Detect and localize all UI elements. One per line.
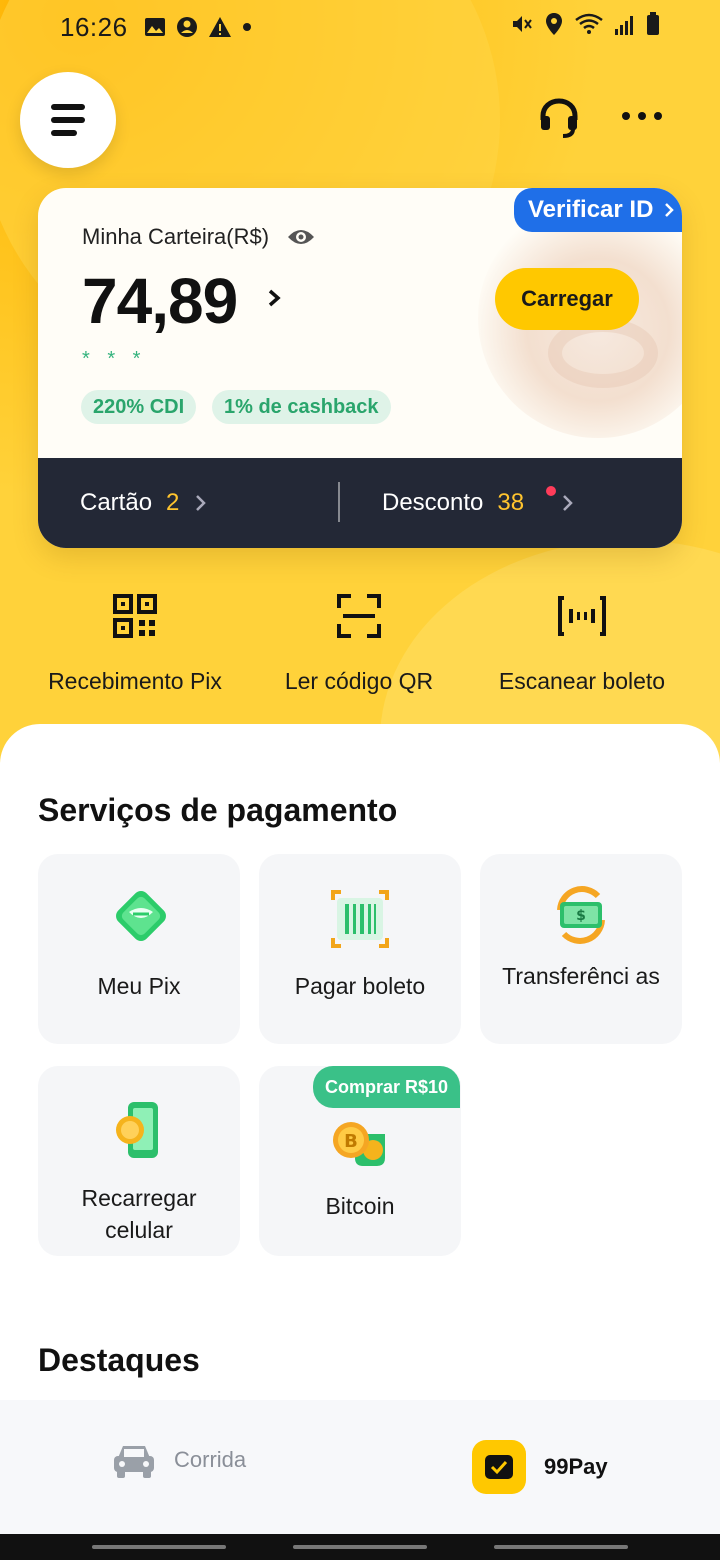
discounts-link[interactable]: Desconto 38	[382, 489, 574, 517]
support-button[interactable]	[537, 96, 581, 140]
bottom-nav: Corrida 99Pay	[0, 1400, 720, 1534]
quick-action-pix-receive[interactable]: Recebimento Pix	[30, 592, 240, 695]
service-pay-boleto[interactable]: Pagar boleto	[259, 854, 461, 1044]
pix-icon	[116, 891, 166, 941]
image-icon	[144, 17, 166, 37]
barcode-scan-icon	[558, 596, 606, 636]
cashback-tag: 1% de cashback	[212, 390, 391, 424]
notification-dot	[546, 486, 556, 496]
chevron-right-icon	[665, 203, 675, 217]
system-gesture-bar	[0, 1534, 720, 1560]
wallet-check-icon	[472, 1440, 526, 1494]
qr-code-icon	[113, 594, 157, 638]
svg-text:$: $	[576, 908, 586, 924]
quick-action-label: Ler código QR	[284, 668, 434, 694]
cards-count: 2	[166, 489, 180, 516]
more-dots-icon	[622, 112, 630, 120]
boleto-icon	[331, 890, 389, 948]
quick-action-label: Escanear boleto	[498, 668, 666, 694]
wallet-label: Minha Carteira(R$)	[82, 224, 315, 250]
wallet-balance[interactable]: 74,89	[82, 264, 238, 338]
dot-icon	[242, 22, 252, 32]
more-button[interactable]	[622, 104, 666, 128]
payment-services-title: Serviços de pagamento	[38, 792, 398, 828]
nav-ride[interactable]: Corrida	[112, 1440, 246, 1480]
battery-icon	[646, 11, 660, 43]
wallet-card[interactable]: Minha Carteira(R$) 74,89 * * * 220% CDI …	[38, 188, 682, 548]
account-circle-icon	[176, 16, 198, 38]
hamburger-icon	[51, 104, 85, 110]
masked-value: * * *	[82, 348, 147, 370]
service-phone-recharge[interactable]: Recarregar celular	[38, 1066, 240, 1256]
bitcoin-promo-badge[interactable]: Comprar R$10	[313, 1066, 461, 1108]
card-bottom-bar: Cartão 2 Desconto 38	[38, 458, 682, 548]
phone-recharge-icon	[116, 1102, 158, 1158]
eye-icon[interactable]	[287, 227, 315, 247]
car-icon	[114, 1446, 154, 1478]
chevron-right-icon[interactable]	[264, 286, 284, 310]
quick-action-read-qr[interactable]: Ler código QR	[266, 592, 452, 695]
signal-icon	[614, 12, 636, 43]
svg-text:B: B	[344, 1131, 358, 1152]
verify-id-badge[interactable]: Verificar ID	[514, 188, 682, 232]
transfer-money-icon: $	[557, 886, 605, 944]
service-transfers[interactable]: $ Transferênci as	[480, 854, 682, 1044]
chevron-right-icon	[563, 495, 573, 511]
menu-button[interactable]	[20, 72, 116, 168]
headset-icon	[540, 98, 578, 138]
nav-99pay[interactable]: 99Pay	[472, 1440, 608, 1494]
status-bar: 16:26	[0, 0, 720, 54]
status-time: 16:26	[60, 11, 128, 42]
cdi-tag: 220% CDI	[81, 390, 197, 424]
charge-button[interactable]: Carregar	[495, 268, 639, 330]
wifi-icon	[574, 12, 604, 43]
highlights-title: Destaques	[38, 1342, 200, 1378]
quick-action-label: Recebimento Pix	[48, 668, 222, 694]
cards-link[interactable]: Cartão 2	[80, 489, 207, 517]
warning-icon	[208, 16, 232, 38]
discount-count: 38	[497, 489, 525, 516]
service-meu-pix[interactable]: Meu Pix	[38, 854, 240, 1044]
scan-frame-icon	[337, 594, 381, 638]
mute-icon	[510, 12, 534, 43]
location-icon	[544, 12, 564, 43]
quick-action-scan-boleto[interactable]: Escanear boleto	[482, 592, 682, 695]
bitcoin-icon: B	[333, 1122, 385, 1166]
chevron-right-icon	[196, 495, 207, 511]
